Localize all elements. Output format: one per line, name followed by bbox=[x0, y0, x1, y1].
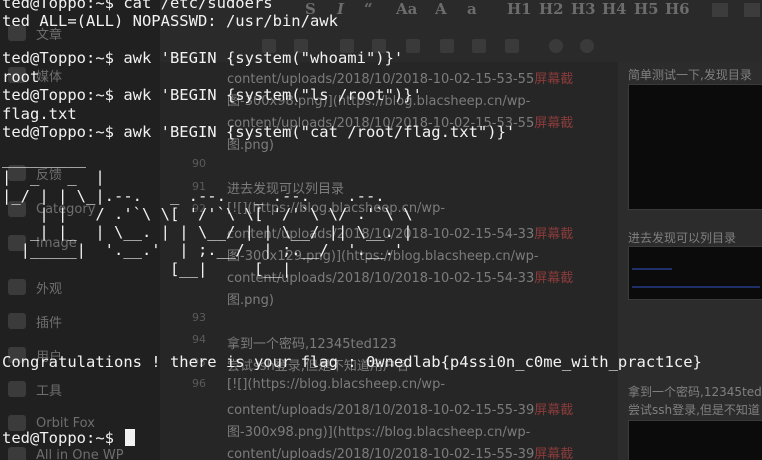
flag-ascii-banner: _________ | _ _ | |_/ | | \_|.--. _ .--.… bbox=[2, 150, 413, 278]
text-cursor bbox=[125, 429, 136, 446]
desktop-scene: 文章 媒体 反馈 Category Image 外观 插件 用户 工具 Orbi… bbox=[0, 0, 762, 460]
terminal-line: flag.txt bbox=[2, 105, 77, 123]
terminal-prompt: ted@Toppo:~$ bbox=[2, 429, 124, 447]
terminal-line: ted ALL=(ALL) NOPASSWD: /usr/bin/awk bbox=[2, 12, 338, 30]
terminal-line: ted@Toppo:~$ awk 'BEGIN {system("ls /roo… bbox=[2, 86, 422, 104]
terminal-line: root bbox=[2, 68, 40, 86]
terminal-line: ted@Toppo:~$ awk 'BEGIN {system("cat /ro… bbox=[2, 123, 516, 141]
terminal-line: ted@Toppo:~$ awk 'BEGIN {system("whoami"… bbox=[2, 49, 404, 67]
flag-message: Congratulations ! there is your flag : 0… bbox=[2, 353, 702, 371]
terminal-prompt-line[interactable]: ted@Toppo:~$ bbox=[2, 429, 136, 448]
terminal-window[interactable]: ted@Toppo:~$ cat /etc/sudoers ted ALL=(A… bbox=[0, 0, 762, 460]
